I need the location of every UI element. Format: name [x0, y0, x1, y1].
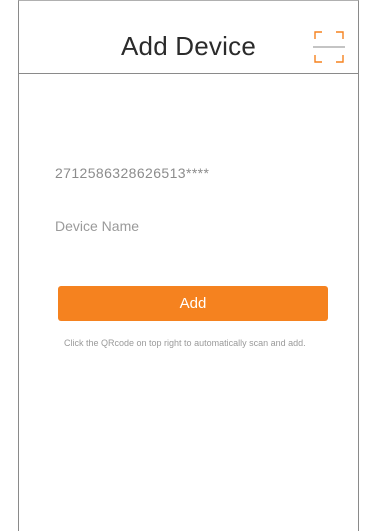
qr-scan-icon: [313, 31, 345, 63]
page-title: Add Device: [121, 31, 256, 61]
add-button[interactable]: Add: [58, 286, 328, 321]
device-name-field[interactable]: [55, 218, 325, 234]
header-bar: Add Device: [19, 1, 358, 74]
screen: Add Device Add Click the QRcode on top r…: [18, 0, 359, 531]
add-device-form: Add Click the QRcode on top right to aut…: [19, 75, 358, 532]
serial-number-field[interactable]: [55, 165, 325, 181]
qr-scan-button[interactable]: [313, 30, 345, 64]
scan-hint-text: Click the QRcode on top right to automat…: [64, 338, 306, 348]
